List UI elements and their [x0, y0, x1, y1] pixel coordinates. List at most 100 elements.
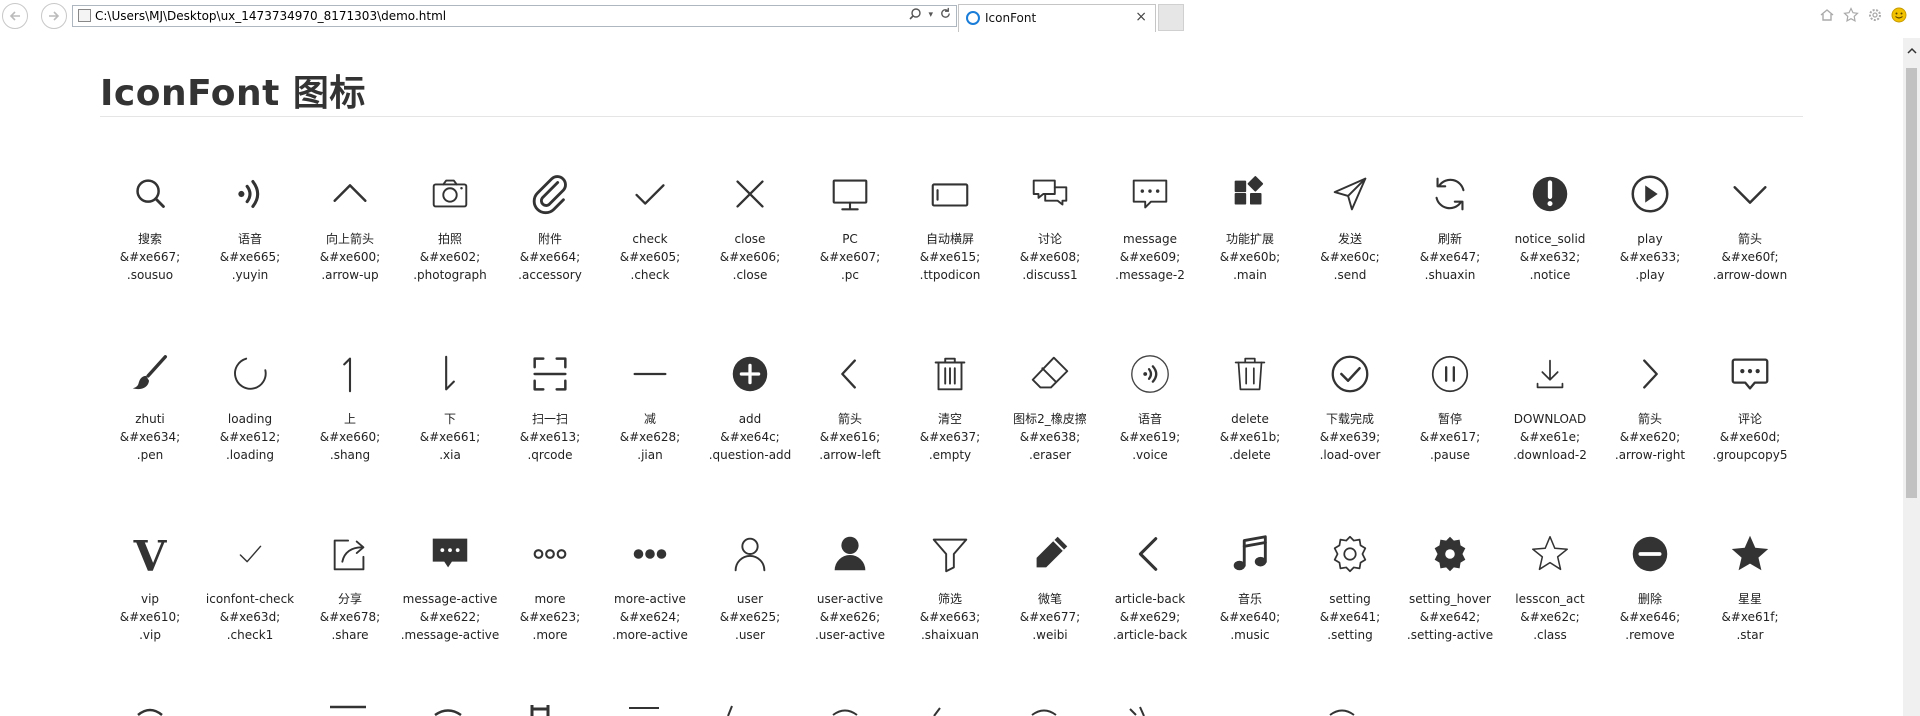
icon-code: &#xe605; — [619, 250, 681, 264]
icon-code: &#xe619; — [1119, 430, 1181, 444]
icon-class: .arrow-right — [1614, 448, 1686, 462]
voice-circle-icon — [1100, 338, 1200, 410]
icon-code: &#xe62c; — [1520, 610, 1580, 624]
check-thin-icon — [200, 518, 300, 590]
star-icon — [1700, 518, 1800, 590]
icon-name: more — [534, 592, 566, 606]
tools-gear-icon[interactable] — [1866, 6, 1884, 24]
icon-name: close — [734, 232, 766, 246]
icon-code: &#xe609; — [1119, 250, 1181, 264]
icon-code: &#xe637; — [919, 430, 981, 444]
icon-name: 箭头 — [837, 412, 862, 426]
scroll-up-icon[interactable] — [1903, 44, 1920, 58]
check-icon — [600, 158, 700, 230]
icon-card: lesscon_act &#xe62c; .class — [1500, 518, 1600, 644]
icon-class: .eraser — [1028, 448, 1072, 462]
icon-name: 音乐 — [1237, 592, 1262, 606]
close-icon — [700, 158, 800, 230]
icon-class: .notice — [1529, 268, 1571, 282]
icon-card: 拍照 &#xe602; .photograph — [400, 158, 500, 284]
refresh-icon[interactable] — [939, 7, 952, 25]
vertical-scrollbar[interactable] — [1903, 38, 1920, 716]
icon-card: DOWNLOAD &#xe61e; .download-2 — [1500, 338, 1600, 464]
icon-card: 附件 &#xe664; .accessory — [500, 158, 600, 284]
icon-name: 自动横屏 — [925, 232, 974, 246]
icon-card: 讨论 &#xe608; .discuss1 — [1000, 158, 1100, 284]
icon-class: .voice — [1132, 448, 1168, 462]
icon-code: &#xe63d; — [219, 610, 281, 624]
icon-code: &#xe665; — [219, 250, 281, 264]
icon-name: more-active — [614, 592, 686, 606]
icon-class: .shaixuan — [920, 628, 980, 642]
send-icon — [1300, 158, 1400, 230]
icon-name: setting — [1329, 592, 1371, 606]
icon-class: .vip — [139, 628, 161, 642]
icon-class: .arrow-down — [1712, 268, 1788, 282]
home-icon[interactable] — [1818, 6, 1836, 24]
icon-code: &#xe61b; — [1219, 430, 1281, 444]
icon-name: 附件 — [537, 232, 562, 246]
search-icon[interactable] — [908, 7, 922, 25]
icon-name: 刷新 — [1437, 232, 1462, 246]
icon-class: .class — [1533, 628, 1567, 642]
icon-name: 删除 — [1637, 592, 1662, 606]
back-button[interactable] — [2, 3, 28, 29]
icon-class: .loading — [225, 448, 275, 462]
icon-class: .yuyin — [231, 268, 269, 282]
icon-card: zhuti &#xe634; .pen — [100, 338, 200, 464]
icon-name: vip — [140, 592, 160, 606]
icon-card: 星星 &#xe61f; .star — [1700, 518, 1800, 644]
share-icon — [300, 518, 400, 590]
favorites-star-icon[interactable] — [1842, 6, 1860, 24]
download-icon — [1500, 338, 1600, 410]
icon-card: add &#xe64c; .question-add — [700, 338, 800, 464]
icon-code: &#xe615; — [919, 250, 981, 264]
add-icon — [700, 338, 800, 410]
scan-icon — [500, 338, 600, 410]
forward-button[interactable] — [41, 3, 67, 29]
dropdown-icon[interactable]: ▾ — [928, 7, 933, 25]
icon-card: iconfont-check &#xe63d; .check1 — [200, 518, 300, 644]
icon-code: &#xe623; — [519, 610, 581, 624]
icon-code: &#xe647; — [1419, 250, 1481, 264]
chevron-down-icon — [1700, 158, 1800, 230]
icon-code: &#xe607; — [819, 250, 881, 264]
icon-code: &#xe632; — [1519, 250, 1581, 264]
page-title: IconFont 图标 — [100, 73, 366, 114]
comment-icon — [1700, 338, 1800, 410]
address-text[interactable]: C:\Users\MJ\Desktop\ux_1473734970_817130… — [95, 9, 446, 23]
icon-card: 搜索 &#xe667; .sousuo — [100, 158, 200, 284]
tab-close-icon[interactable]: × — [1135, 9, 1147, 25]
chevron-right-icon — [1600, 338, 1700, 410]
more-solid-icon — [600, 518, 700, 590]
icon-name: delete — [1231, 412, 1269, 426]
scroll-thumb[interactable] — [1906, 68, 1917, 498]
new-tab-button[interactable] — [1158, 4, 1184, 31]
icon-name: 评论 — [1737, 412, 1762, 426]
icon-card: user &#xe625; .user — [700, 518, 800, 644]
icon-card: 筛选 &#xe663; .shaixuan — [900, 518, 1000, 644]
icon-class: .accessory — [518, 268, 582, 282]
feedback-smiley-icon[interactable] — [1890, 6, 1908, 24]
icon-name: check — [632, 232, 668, 246]
icon-class: .music — [1230, 628, 1270, 642]
title-divider — [100, 116, 1803, 117]
icon-code: &#xe613; — [519, 430, 581, 444]
back-icon — [1100, 518, 1200, 590]
icon-code: &#xe664; — [519, 250, 581, 264]
icon-name: 拍照 — [437, 232, 462, 246]
icon-class: .shang — [329, 448, 371, 462]
icon-code: &#xe641; — [1319, 610, 1381, 624]
browser-tab[interactable]: IconFont × — [958, 4, 1156, 32]
icon-card: 评论 &#xe60d; .groupcopy5 — [1700, 338, 1800, 464]
icon-code: &#xe61f; — [1721, 610, 1779, 624]
icon-name: zhuti — [135, 412, 165, 426]
icon-name: 上 — [343, 412, 356, 426]
icon-code: &#xe629; — [1119, 610, 1181, 624]
icon-card: 分享 &#xe678; .share — [300, 518, 400, 644]
icon-card: check &#xe605; .check — [600, 158, 700, 284]
address-bar[interactable]: C:\Users\MJ\Desktop\ux_1473734970_817130… — [72, 5, 957, 27]
icon-code: &#xe60d; — [1719, 430, 1781, 444]
icon-name: PC — [842, 232, 858, 246]
icon-code: &#xe661; — [419, 430, 481, 444]
